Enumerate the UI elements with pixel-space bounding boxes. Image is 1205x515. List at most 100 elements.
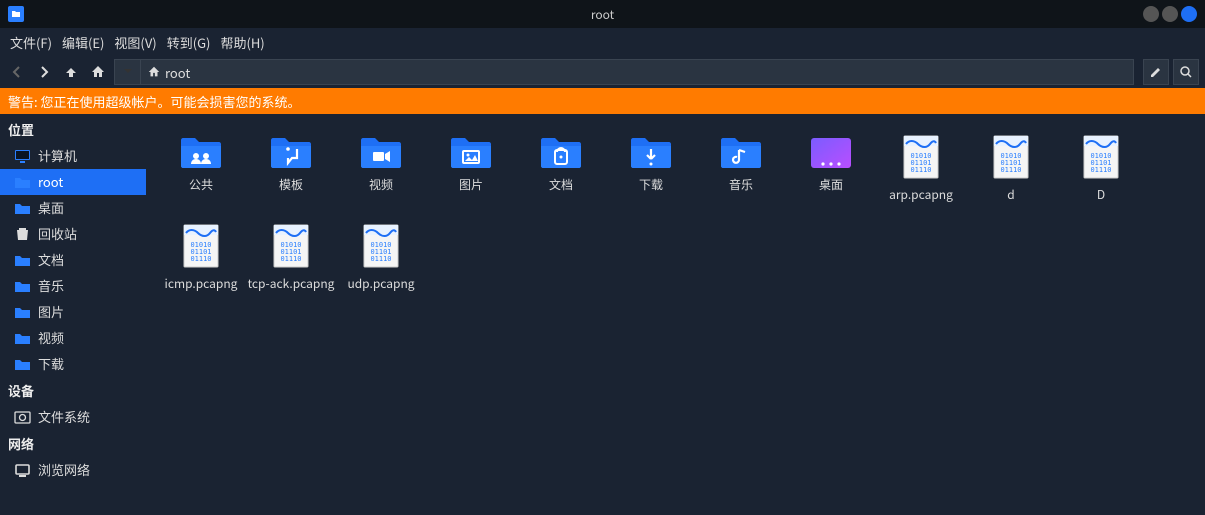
folder-icon: [359, 134, 403, 170]
path-bar[interactable]: root: [114, 59, 1134, 85]
sidebar-item-label: 音乐: [38, 277, 64, 295]
home-icon: [147, 65, 161, 79]
svg-text:01110: 01110: [190, 255, 211, 263]
menu-item[interactable]: 帮助(H): [220, 33, 264, 52]
sidebar-item[interactable]: 桌面: [0, 195, 146, 221]
menu-item[interactable]: 编辑(E): [62, 33, 104, 52]
folder-icon: [809, 134, 853, 170]
folder-icon: [14, 305, 31, 320]
item-label: udp.pcapng: [347, 275, 414, 292]
sidebar-item[interactable]: 图片: [0, 299, 146, 325]
warning-bar: 警告: 您正在使用超级帐户。可能会损害您的系统。: [0, 88, 1205, 114]
menu-item[interactable]: 视图(V): [114, 33, 156, 52]
trash-icon: [14, 227, 31, 242]
warning-text: 警告: 您正在使用超级帐户。可能会损害您的系统。: [8, 92, 301, 111]
item-label: 文档: [549, 176, 573, 193]
file-icon: 010100110101110: [362, 223, 400, 269]
file-icon: 010100110101110: [1082, 134, 1120, 180]
sidebar-section-header: 位置: [0, 116, 146, 143]
file-item[interactable]: 010100110101110 icmp.pcapng: [156, 217, 246, 306]
folder-icon: [269, 134, 313, 170]
folder-item[interactable]: 下载: [606, 128, 696, 217]
up-button[interactable]: [60, 61, 82, 83]
folder-icon: [449, 134, 493, 170]
folder-icon: [719, 134, 763, 170]
folder-item[interactable]: 公共: [156, 128, 246, 217]
item-label: 模板: [279, 176, 303, 193]
forward-button[interactable]: [33, 61, 55, 83]
sidebar-item-label: 视频: [38, 329, 64, 347]
folder-item[interactable]: 图片: [426, 128, 516, 217]
sidebar-item-label: 浏览网络: [38, 461, 90, 479]
menu-item[interactable]: 转到(G): [167, 33, 211, 52]
folder-icon: [539, 134, 583, 170]
sidebar-section-header: 设备: [0, 377, 146, 404]
item-label: D: [1097, 186, 1105, 203]
sidebar-item-label: 图片: [38, 303, 64, 321]
sidebar-item[interactable]: 下载: [0, 351, 146, 377]
folder-icon: [14, 279, 31, 294]
item-label: arp.pcapng: [889, 186, 953, 203]
item-label: 图片: [459, 176, 483, 193]
sidebar-item[interactable]: 回收站: [0, 221, 146, 247]
file-item[interactable]: 010100110101110 udp.pcapng: [336, 217, 426, 306]
menu-item[interactable]: 文件(F): [10, 33, 52, 52]
sidebar-item[interactable]: 计算机: [0, 143, 146, 169]
menubar: 文件(F) 编辑(E) 视图(V) 转到(G) 帮助(H): [0, 28, 1205, 56]
folder-icon: [14, 253, 31, 268]
back-button[interactable]: [6, 61, 28, 83]
path-dropdown-icon[interactable]: [115, 60, 141, 84]
item-label: icmp.pcapng: [165, 275, 238, 292]
folder-icon: [14, 357, 31, 372]
item-label: tcp-ack.pcapng: [248, 275, 335, 292]
sidebar-item[interactable]: 文档: [0, 247, 146, 273]
svg-text:01110: 01110: [1000, 166, 1021, 174]
disk-icon: [14, 410, 31, 425]
home-button[interactable]: [87, 61, 109, 83]
window-title: root: [591, 6, 614, 23]
sidebar: 位置计算机 root 桌面回收站文档音乐图片视频下载设备文件系统网络浏览网络: [0, 114, 146, 515]
item-label: 下载: [639, 176, 663, 193]
sidebar-section-header: 网络: [0, 430, 146, 457]
maximize-button[interactable]: [1162, 6, 1178, 22]
sidebar-item[interactable]: root: [0, 169, 146, 195]
folder-item[interactable]: 模板: [246, 128, 336, 217]
edit-path-button[interactable]: [1143, 59, 1169, 85]
icon-grid: 公共 模板 视频图片 文档 下载 音乐 桌面 010100110101110 arp.pcapn…: [156, 128, 1195, 306]
file-item[interactable]: 010100110101110 arp.pcapng: [876, 128, 966, 217]
folder-icon: [179, 134, 223, 170]
folder-item[interactable]: 视频: [336, 128, 426, 217]
minimize-button[interactable]: [1143, 6, 1159, 22]
svg-text:01110: 01110: [1090, 166, 1111, 174]
svg-text:01110: 01110: [370, 255, 391, 263]
folder-item[interactable]: 音乐: [696, 128, 786, 217]
search-button[interactable]: [1173, 59, 1199, 85]
file-item[interactable]: 010100110101110 D: [1056, 128, 1146, 217]
window-controls: [1143, 6, 1197, 22]
file-icon: 010100110101110: [272, 223, 310, 269]
sidebar-item[interactable]: 音乐: [0, 273, 146, 299]
sidebar-item-label: 下载: [38, 355, 64, 373]
folder-item[interactable]: 桌面: [786, 128, 876, 217]
sidebar-item-label: root: [38, 173, 63, 191]
svg-text:01110: 01110: [280, 255, 301, 263]
sidebar-item-label: 文档: [38, 251, 64, 269]
close-button[interactable]: [1181, 6, 1197, 22]
folder-item[interactable]: 文档: [516, 128, 606, 217]
sidebar-item[interactable]: 文件系统: [0, 404, 146, 430]
folder-icon: [14, 201, 31, 216]
network-icon: [14, 463, 31, 478]
file-item[interactable]: 010100110101110d: [966, 128, 1056, 217]
sidebar-item[interactable]: 浏览网络: [0, 457, 146, 483]
file-icon: 010100110101110: [182, 223, 220, 269]
file-icon: 010100110101110: [902, 134, 940, 180]
sidebar-item[interactable]: 视频: [0, 325, 146, 351]
item-label: 公共: [189, 176, 213, 193]
app-icon: [8, 6, 24, 22]
folder-icon: [14, 331, 31, 346]
svg-text:01110: 01110: [910, 166, 931, 174]
toolbar: root: [0, 56, 1205, 88]
folder-icon: [14, 175, 31, 190]
file-item[interactable]: 010100110101110 tcp-ack.pcapng: [246, 217, 336, 306]
item-label: 音乐: [729, 176, 753, 193]
